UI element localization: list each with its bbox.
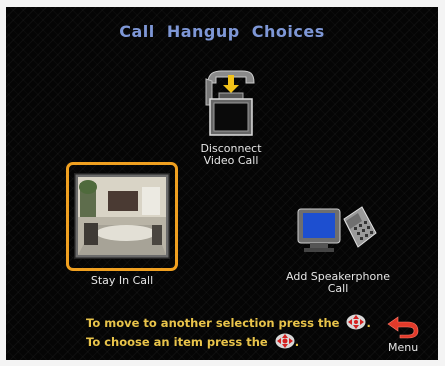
option-label: Disconnect Video Call (200, 142, 262, 167)
back-arrow-icon (387, 316, 419, 339)
tv-screen: Call Hangup Choices Disconnect Video Cal… (6, 7, 438, 360)
hangup-phone-monitor-icon (205, 70, 255, 136)
hint-move-dot: . (366, 316, 371, 330)
option-label: Add Speakerphone Call (286, 270, 390, 295)
page-title: Call Hangup Choices (119, 22, 325, 41)
menu-label: Menu (388, 341, 419, 354)
hint-choose-text: To choose an item press the (86, 335, 268, 349)
hint-move: To move to another selection press the . (86, 314, 371, 330)
video-room-thumbnail (74, 173, 170, 259)
hint-choose: To choose an item press the . (86, 333, 299, 349)
tv-and-phone-icon (297, 206, 377, 252)
option-label: Stay In Call (90, 274, 154, 287)
hint-choose-dot: . (294, 335, 300, 349)
hint-move-text: To move to another selection press the (86, 316, 340, 330)
select-button-icon (275, 333, 295, 349)
arrow-pad-icon (346, 314, 366, 330)
